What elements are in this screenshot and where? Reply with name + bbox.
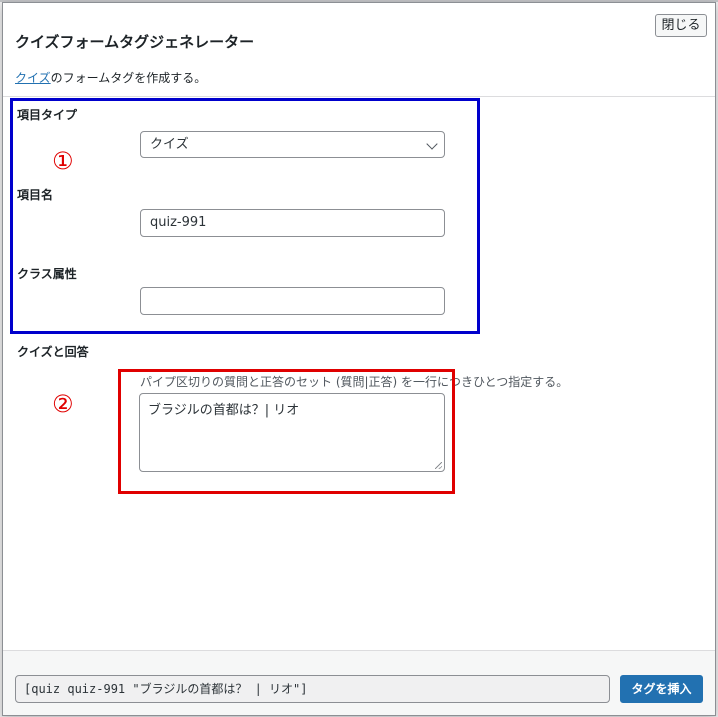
tag-code-field[interactable]: [quiz quiz-991 "ブラジルの首都は？ | リオ"]: [15, 675, 610, 703]
close-button[interactable]: 閉じる: [655, 14, 707, 37]
annotation-box-blue: [10, 98, 480, 334]
field-qa-label: クイズと回答: [17, 345, 89, 359]
dialog-description: クイズのフォームタグを作成する。: [15, 69, 206, 86]
annotation-box-red: [118, 369, 455, 494]
annotation-marker-1: ①: [52, 147, 74, 175]
dialog-footer: [quiz quiz-991 "ブラジルの首都は？ | リオ"] タグを挿入: [3, 651, 715, 715]
description-text: のフォームタグを作成する。: [50, 71, 207, 85]
dialog-title: クイズフォームタグジェネレーター: [15, 33, 255, 51]
insert-tag-button[interactable]: タグを挿入: [620, 675, 703, 703]
quiz-doc-link[interactable]: クイズ: [15, 71, 51, 85]
divider: [3, 96, 715, 97]
annotation-marker-2: ②: [52, 390, 74, 418]
tag-generator-dialog: 閉じる クイズフォームタグジェネレーター クイズのフォームタグを作成する。 項目…: [2, 2, 716, 716]
